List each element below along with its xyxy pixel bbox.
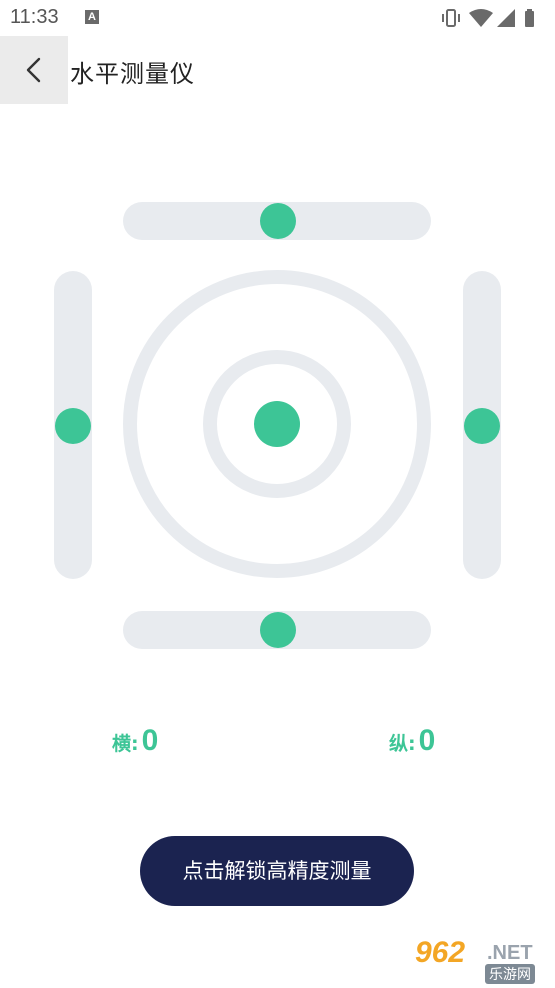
status-icons [441, 8, 541, 28]
status-time: 11:33 [10, 6, 59, 28]
chevron-left-icon [26, 57, 41, 83]
center-bubble [254, 401, 300, 447]
watermark-number: 962 [415, 936, 466, 969]
watermark-domain: .NET [487, 942, 533, 964]
horizontal-value: 0 [141, 724, 159, 757]
watermark-chinese: 乐游网 [485, 964, 535, 984]
status-bar: 11:33 A [0, 0, 555, 36]
bottom-horizontal-bubble [260, 612, 296, 648]
vertical-value: 0 [418, 724, 436, 757]
unlock-high-precision-button[interactable]: 点击解锁高精度测量 [140, 836, 414, 906]
right-vertical-bubble [464, 408, 500, 444]
app-bar: 水平测量仪 [0, 36, 555, 104]
vibrate-icon [442, 9, 460, 27]
wifi-icon [469, 9, 493, 27]
vertical-readout: 纵: 0 [389, 724, 435, 758]
back-button[interactable] [0, 36, 68, 104]
left-vertical-bubble [55, 408, 91, 444]
top-horizontal-bubble [260, 203, 296, 239]
level-area [0, 104, 555, 704]
watermark-logo: 962 .NET 乐游网 [411, 936, 549, 984]
page-title: 水平测量仪 [70, 60, 195, 88]
signal-icon [497, 9, 515, 27]
vertical-label: 纵: [389, 733, 416, 755]
horizontal-readout: 横: 0 [112, 724, 158, 758]
horizontal-label: 横: [112, 733, 139, 755]
battery-icon [525, 9, 534, 27]
notification-a-icon: A [85, 10, 99, 24]
